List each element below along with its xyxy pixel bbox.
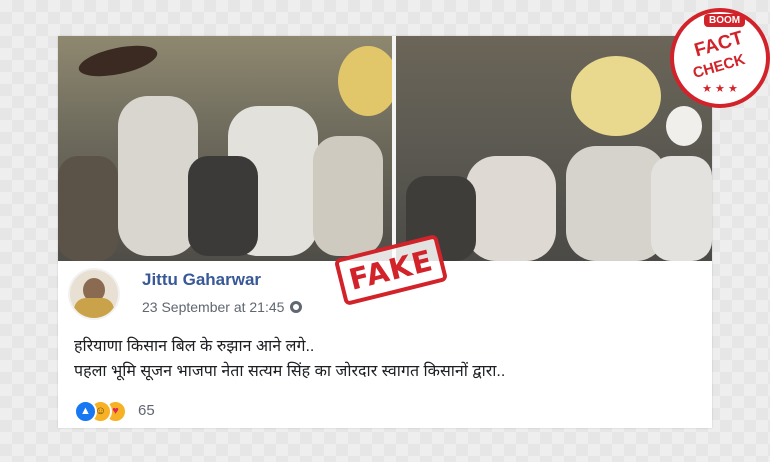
- fact-check-badge: BOOM FACT CHECK ★ ★ ★: [670, 8, 770, 108]
- video-frame-right: [396, 36, 712, 261]
- post-text: हरियाणा किसान बिल के रुझान आने लगे.. पहल…: [74, 334, 505, 384]
- badge-brand: BOOM: [704, 14, 746, 27]
- post-timestamp[interactable]: 23 September at 21:45: [142, 299, 284, 315]
- post-video[interactable]: [58, 36, 712, 261]
- like-icon: ▲: [74, 400, 97, 423]
- post-text-line-1: हरियाणा किसान बिल के रुझान आने लगे..: [74, 338, 315, 355]
- globe-icon: [290, 301, 303, 313]
- reaction-count[interactable]: 65: [138, 402, 155, 419]
- post-text-line-2: पहला भूमि सूजन भाजपा नेता सत्यम सिंह का …: [74, 363, 506, 380]
- author-name[interactable]: Jittu Gaharwar: [142, 270, 261, 290]
- facebook-post-card: Jittu Gaharwar 23 September at 21:45 हरि…: [58, 36, 712, 428]
- badge-stars: ★ ★ ★: [702, 83, 738, 95]
- video-frame-left: [58, 36, 392, 261]
- avatar[interactable]: [68, 268, 120, 320]
- post-meta: 23 September at 21:45: [142, 299, 303, 315]
